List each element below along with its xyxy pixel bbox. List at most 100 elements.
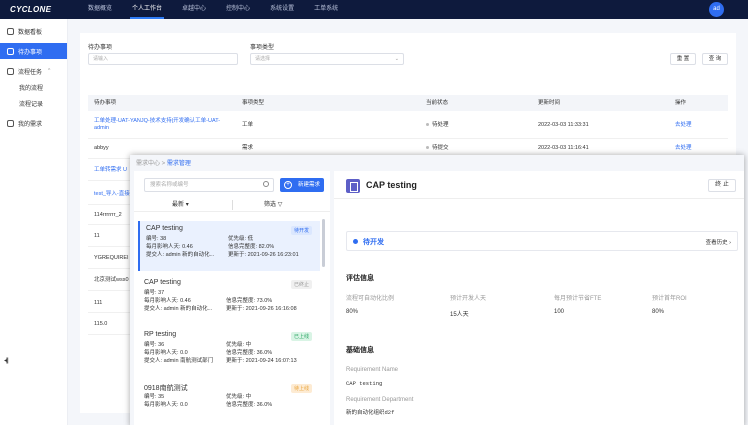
sidebar-subitem-my-process[interactable]: 我的流程 bbox=[0, 79, 67, 95]
todo-status-text: 待处理 bbox=[432, 122, 449, 128]
nav-personal-workbench[interactable]: 个人工作台 bbox=[122, 0, 172, 19]
query-button[interactable]: 查 询 bbox=[702, 53, 728, 65]
sidebar-item-dashboard[interactable]: 数据看板 bbox=[0, 23, 67, 39]
sidebar-subitem-process-records[interactable]: 流程记录 bbox=[0, 95, 67, 111]
top-navigation-bar: CYCLONE 数据概览 个人工作台 卓越中心 控制中心 系统设置 工单系统 a… bbox=[0, 0, 748, 19]
view-history-label: 查看历史 bbox=[705, 240, 728, 246]
card-submitter: 提交人: admin 新的自动化... bbox=[144, 306, 213, 312]
requirement-list-panel: 搜索名称或编号 + 新建需求 最新 ▾ 筛选 ▽ CAP testing 待开发… bbox=[134, 171, 330, 425]
card-title: RP testing bbox=[144, 331, 177, 338]
requirement-card[interactable]: 0918南航测试 待上线 编号: 35 优先级: 中 每月影响人天: 0.0 信… bbox=[138, 379, 320, 425]
card-completeness: 信息完整度: 73.0% bbox=[226, 298, 273, 304]
new-requirement-button[interactable]: + 新建需求 bbox=[280, 178, 324, 192]
terminate-button[interactable]: 终 止 bbox=[708, 179, 736, 192]
reset-button[interactable]: 重 置 bbox=[670, 53, 696, 65]
card-title: 0918南航测试 bbox=[144, 385, 188, 392]
todo-title: 111 bbox=[94, 300, 103, 306]
list-scrollbar[interactable] bbox=[322, 219, 325, 267]
todo-status: 待处理 bbox=[426, 122, 449, 129]
todo-title-link[interactable]: 工单处理-UAT-YANJQ-技术支持|开发确认工单-UAT-admin bbox=[94, 118, 226, 132]
user-avatar[interactable]: ad bbox=[709, 2, 724, 17]
todo-time: 2022-03-03 11:16:41 bbox=[538, 145, 589, 151]
sidebar-item-my-requirements[interactable]: 我的需求 bbox=[0, 115, 67, 131]
handle-link[interactable]: 去处理 bbox=[675, 122, 692, 129]
sort-bar: 最新 ▾ 筛选 ▽ bbox=[134, 198, 330, 212]
todo-title-link[interactable]: 工单转需求 U bbox=[94, 167, 127, 174]
plus-icon: + bbox=[284, 181, 292, 189]
card-submitter: 提交人: admin 南航测试部门 bbox=[144, 358, 214, 364]
card-updated: 更新于: 2021-09-24 16:07:13 bbox=[226, 358, 297, 364]
nav-excellence-center[interactable]: 卓越中心 bbox=[172, 0, 216, 19]
status-badge: 待开发 bbox=[290, 226, 312, 235]
nav-ticket-system[interactable]: 工单系统 bbox=[304, 0, 348, 19]
handle-link[interactable]: 去处理 bbox=[675, 145, 692, 152]
search-placeholder: 搜索名称或编号 bbox=[150, 182, 189, 188]
filter-button[interactable]: 筛选 ▽ bbox=[264, 198, 282, 212]
status-badge: 已终止 bbox=[290, 280, 312, 289]
filter-item-label: 待办事项 bbox=[88, 45, 113, 51]
filter-icon: ▽ bbox=[277, 202, 283, 208]
card-id: 编号: 36 bbox=[144, 342, 165, 348]
view-history-link[interactable]: 查看历史 › bbox=[706, 238, 731, 246]
new-requirement-label: 新建需求 bbox=[297, 182, 320, 188]
requirement-name-value: CAP testing bbox=[346, 380, 383, 387]
todo-title: YGREQUIREI bbox=[94, 255, 129, 261]
dashboard-icon bbox=[7, 27, 14, 35]
todo-title: 11 bbox=[94, 233, 100, 239]
requirement-detail-panel: CAP testing 终 止 待开发 查看历史 › 评估信息 流程可自动化比例… bbox=[334, 171, 744, 425]
requirement-department-label: Requirement Department bbox=[346, 397, 414, 403]
card-completeness: 信息完整度: 36.0% bbox=[226, 350, 273, 356]
todo-title-link[interactable]: test_导入-直接 bbox=[94, 191, 130, 198]
requirement-department-value: 新的自动化组织d2f bbox=[346, 409, 395, 416]
sidebar-collapse-button[interactable]: ◂||| bbox=[4, 357, 9, 364]
basic-info-section-title: 基础信息 bbox=[346, 347, 374, 354]
filter-item-input[interactable]: 请输入 bbox=[88, 53, 238, 65]
status-dot bbox=[426, 146, 429, 150]
status-badge: 待上线 bbox=[290, 384, 312, 393]
sidebar-item-label: 待办事项 bbox=[18, 49, 43, 56]
column-header-time: 更新时间 bbox=[538, 100, 561, 106]
filter-type-select[interactable]: 请选择 ⌄ bbox=[250, 53, 404, 65]
sidebar-item-process-tasks[interactable]: 流程任务 ^ bbox=[0, 63, 67, 79]
todo-icon bbox=[7, 47, 14, 55]
sort-latest-button[interactable]: 最新 ▾ bbox=[172, 198, 189, 212]
filter-type-label: 事项类型 bbox=[250, 45, 275, 51]
chevron-right-icon: › bbox=[729, 240, 731, 246]
card-completeness: 信息完整度: 36.0% bbox=[226, 402, 273, 408]
breadcrumb: 需求中心 > 需求管理 bbox=[136, 158, 191, 167]
requirement-card[interactable]: CAP testing 已终止 编号: 37 每月影响人天: 0.46 信息完整… bbox=[138, 275, 320, 325]
column-header-status: 当前状态 bbox=[426, 100, 449, 106]
breadcrumb-separator: > bbox=[160, 161, 167, 167]
cyclone-logo[interactable]: CYCLONE bbox=[0, 0, 62, 19]
sidebar-item-label: 我的需求 bbox=[18, 121, 43, 128]
todo-title: 115.0 bbox=[94, 321, 108, 327]
nav-data-overview[interactable]: 数据概览 bbox=[78, 0, 122, 19]
eval-value-automation-ratio: 80% bbox=[346, 309, 359, 315]
evaluation-section-title: 评估信息 bbox=[346, 275, 374, 282]
status-dot bbox=[353, 239, 358, 244]
card-impact: 每月影响人天: 0.46 bbox=[144, 298, 191, 304]
filter-label: 筛选 bbox=[264, 202, 277, 208]
sidebar-item-label: 流程任务 bbox=[18, 69, 43, 76]
search-icon[interactable] bbox=[263, 181, 269, 187]
requirement-card[interactable]: RP testing 已上线 编号: 36 优先级: 中 每月影响人天: 0.0… bbox=[138, 327, 320, 377]
eval-value-fte: 100 bbox=[554, 309, 565, 315]
nav-control-center[interactable]: 控制中心 bbox=[216, 0, 260, 19]
column-header-type: 事项类型 bbox=[242, 100, 265, 106]
sidebar-item-todo[interactable]: 待办事项 bbox=[0, 43, 67, 59]
column-header-item: 待办事项 bbox=[94, 100, 117, 106]
todo-title: 114rrrrrrr_2 bbox=[94, 212, 122, 218]
filter-type-placeholder: 请选择 bbox=[255, 56, 271, 62]
sidebar: 数据看板 待办事项 流程任务 ^ 我的流程 流程记录 我的需求 ◂||| bbox=[0, 19, 68, 425]
requirement-card[interactable]: CAP testing 待开发 编号: 38 优先级: 低 每月影响人天: 0.… bbox=[138, 221, 320, 271]
todo-type: 工单 bbox=[242, 122, 254, 128]
todo-status-text: 待提交 bbox=[432, 145, 449, 151]
column-header-action: 操作 bbox=[675, 100, 687, 106]
breadcrumb-root[interactable]: 需求中心 bbox=[136, 161, 160, 167]
nav-system-settings[interactable]: 系统设置 bbox=[260, 0, 304, 19]
sort-latest-label: 最新 bbox=[172, 202, 185, 208]
card-updated: 更新于: 2021-09-26 16:16:08 bbox=[226, 306, 297, 312]
requirement-search-input[interactable]: 搜索名称或编号 bbox=[144, 178, 274, 192]
process-icon bbox=[7, 67, 14, 75]
breadcrumb-current: 需求管理 bbox=[166, 161, 191, 167]
